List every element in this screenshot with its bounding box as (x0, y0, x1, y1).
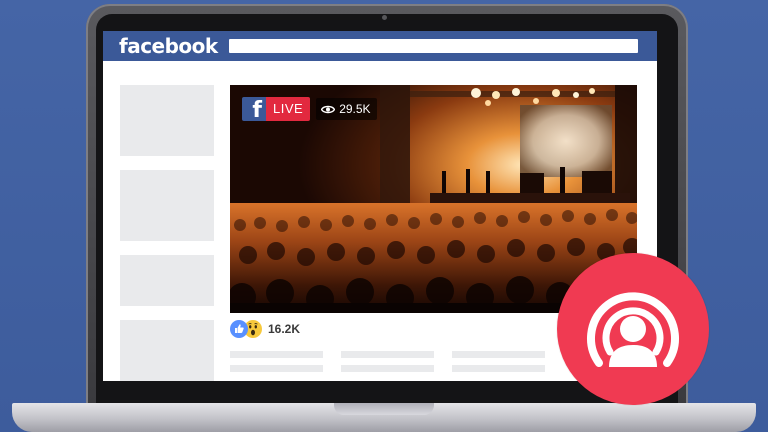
live-badge: LIVE (266, 97, 311, 121)
facebook-header: facebook (103, 31, 657, 61)
facebook-logo[interactable]: facebook (119, 31, 218, 61)
laptop-trackpad-notch (334, 403, 434, 415)
facebook-f-glyph: f (252, 98, 262, 123)
feed-placeholder-line (452, 351, 545, 358)
sidebar-placeholder-2 (120, 170, 214, 241)
facebook-f-icon: f (242, 97, 266, 123)
feed-placeholder-line (230, 351, 323, 358)
like-icon[interactable] (230, 320, 248, 338)
viewer-count-badge: 29.5K (316, 98, 377, 120)
viewer-count: 29.5K (339, 102, 371, 116)
live-broadcast-icon (557, 253, 709, 405)
feed-placeholder-line (341, 365, 434, 372)
stage: facebook f LIVE 29.5K 16.2K (0, 0, 768, 432)
reaction-count: 16.2K (268, 322, 301, 336)
feed-placeholder-line (341, 351, 434, 358)
sidebar-placeholder-1 (120, 85, 214, 156)
search-input[interactable] (229, 39, 638, 53)
reactions-bar[interactable]: 16.2K (230, 319, 300, 339)
sidebar-placeholder-3 (120, 255, 214, 306)
webcam-icon (382, 15, 387, 20)
sidebar-placeholder-4 (120, 320, 214, 381)
broadcast-person-icon (587, 292, 679, 367)
eye-icon (321, 105, 336, 113)
live-badges: f LIVE 29.5K (242, 97, 377, 123)
feed-placeholder-line (452, 365, 545, 372)
feed-placeholder-line (230, 365, 323, 372)
